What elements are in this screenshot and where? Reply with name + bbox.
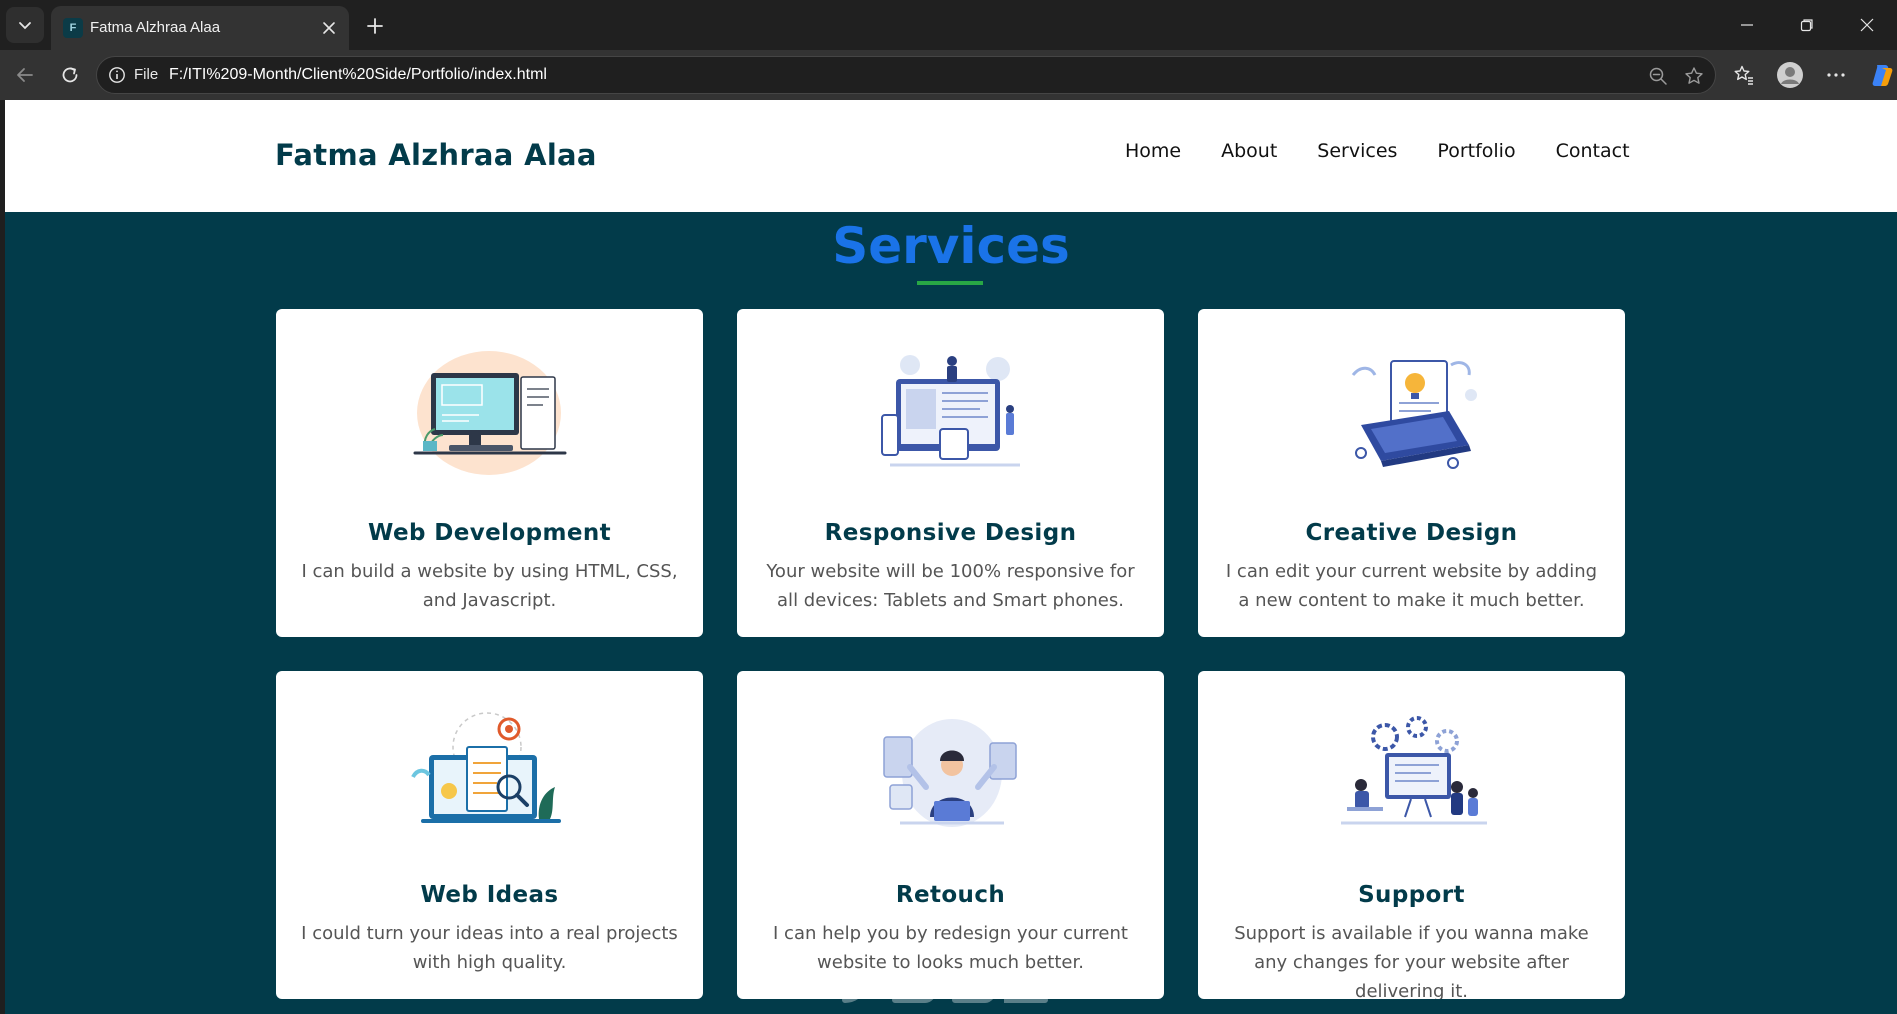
- service-title: Web Ideas: [420, 882, 559, 908]
- tab-title: Fatma Alzhraa Alaa: [90, 19, 221, 36]
- team-support-icon: [1341, 716, 1487, 825]
- service-description: I can edit your current website by addin…: [1225, 561, 1598, 611]
- tab-close-button[interactable]: [319, 18, 339, 38]
- responsive-devices-icon: [881, 355, 1020, 467]
- plus-icon: [367, 18, 383, 34]
- close-icon: [323, 22, 335, 34]
- favorites-button[interactable]: [1728, 58, 1760, 92]
- favorite-button[interactable]: [1681, 63, 1707, 89]
- back-button[interactable]: [10, 60, 40, 90]
- address-bar[interactable]: File F:/ITI%209-Month/Client%20Side/Port…: [96, 56, 1716, 94]
- desktop-computer-icon: [413, 351, 567, 475]
- service-description: Your website will be 100% responsive for…: [766, 561, 1135, 611]
- copilot-button[interactable]: [1866, 58, 1897, 92]
- service-card-web-ideas: Web Ideas I could turn your ideas into a…: [276, 671, 703, 999]
- tab-actions-menu-button[interactable]: [6, 7, 44, 43]
- more-options-button[interactable]: [1820, 58, 1852, 92]
- restore-icon: [1800, 19, 1813, 32]
- chevron-down-icon: [19, 22, 31, 30]
- profile-button[interactable]: [1774, 58, 1806, 92]
- service-card-web-development: Web Development I can build a website by…: [276, 309, 703, 637]
- favorites-star-list-icon: [1734, 65, 1753, 85]
- nav-link-services[interactable]: Services: [1317, 140, 1397, 162]
- page-viewport: Fatma Alzhraa Alaa Home About Services P…: [5, 100, 1897, 1014]
- site-brand[interactable]: Fatma Alzhraa Alaa: [275, 138, 597, 172]
- avatar-icon: [1777, 62, 1803, 88]
- service-title: Retouch: [895, 882, 1006, 908]
- site-header: Fatma Alzhraa Alaa Home About Services P…: [5, 100, 1897, 212]
- arrow-left-icon: [17, 68, 33, 82]
- service-card-support: Support Support is available if you wann…: [1198, 671, 1625, 999]
- browser-tab-bar: F Fatma Alzhraa Alaa: [0, 0, 1897, 50]
- nav-link-about[interactable]: About: [1221, 140, 1277, 162]
- reload-icon: [62, 67, 78, 83]
- service-description: Support is available if you wanna make a…: [1234, 923, 1589, 999]
- tab-favicon-icon: F: [63, 18, 83, 38]
- service-description: I could turn your ideas into a real proj…: [301, 923, 678, 973]
- service-description: I can build a website by using HTML, CSS…: [301, 561, 678, 611]
- close-icon: [1860, 18, 1874, 32]
- address-scheme-label: File: [134, 66, 159, 83]
- nav-link-contact[interactable]: Contact: [1556, 140, 1630, 162]
- services-section-title: Services: [832, 217, 1070, 275]
- address-bar-actions: [1645, 63, 1707, 89]
- minimize-button[interactable]: [1717, 0, 1777, 50]
- reload-button[interactable]: [55, 60, 85, 90]
- service-title: Web Development: [368, 520, 611, 546]
- service-title: Support: [1358, 882, 1465, 908]
- main-nav: Home About Services Portfolio Contact: [1125, 140, 1630, 162]
- nav-link-portfolio[interactable]: Portfolio: [1437, 140, 1515, 162]
- browser-toolbar: File F:/ITI%209-Month/Client%20Side/Port…: [0, 50, 1897, 100]
- toolbar-actions: [1728, 58, 1897, 92]
- star-icon: [1685, 67, 1703, 84]
- browser-tab-active[interactable]: F Fatma Alzhraa Alaa: [51, 6, 349, 50]
- info-icon: [109, 67, 125, 83]
- site-info-button[interactable]: [107, 65, 127, 85]
- nav-link-home[interactable]: Home: [1125, 140, 1181, 162]
- address-url[interactable]: F:/ITI%209-Month/Client%20Side/Portfolio…: [169, 66, 547, 84]
- service-title: Responsive Design: [824, 520, 1077, 546]
- new-tab-button[interactable]: [360, 11, 390, 41]
- zoom-out-icon: [1649, 67, 1667, 85]
- khamsat-watermark-logo: [830, 960, 1060, 1014]
- service-card-responsive-design: Responsive Design Your website will be 1…: [737, 309, 1164, 637]
- restore-button[interactable]: [1777, 0, 1837, 50]
- watermark-logo-icon: [842, 966, 1048, 1003]
- ellipsis-icon: [1827, 73, 1845, 77]
- laptop-idea-icon: [1351, 360, 1477, 469]
- close-window-button[interactable]: [1837, 0, 1897, 50]
- window-controls: [1717, 0, 1897, 50]
- idea-board-icon: [411, 712, 561, 823]
- service-card-creative-design: Creative Design I can edit your current …: [1198, 309, 1625, 637]
- zoom-button[interactable]: [1645, 63, 1671, 89]
- designer-retouch-icon: [883, 719, 1017, 827]
- title-underline: [917, 281, 983, 285]
- copilot-icon: [1872, 65, 1893, 86]
- service-title: Creative Design: [1305, 520, 1518, 546]
- service-card-retouch: Retouch I can help you by redesign your …: [737, 671, 1164, 999]
- minimize-icon: [1741, 24, 1753, 26]
